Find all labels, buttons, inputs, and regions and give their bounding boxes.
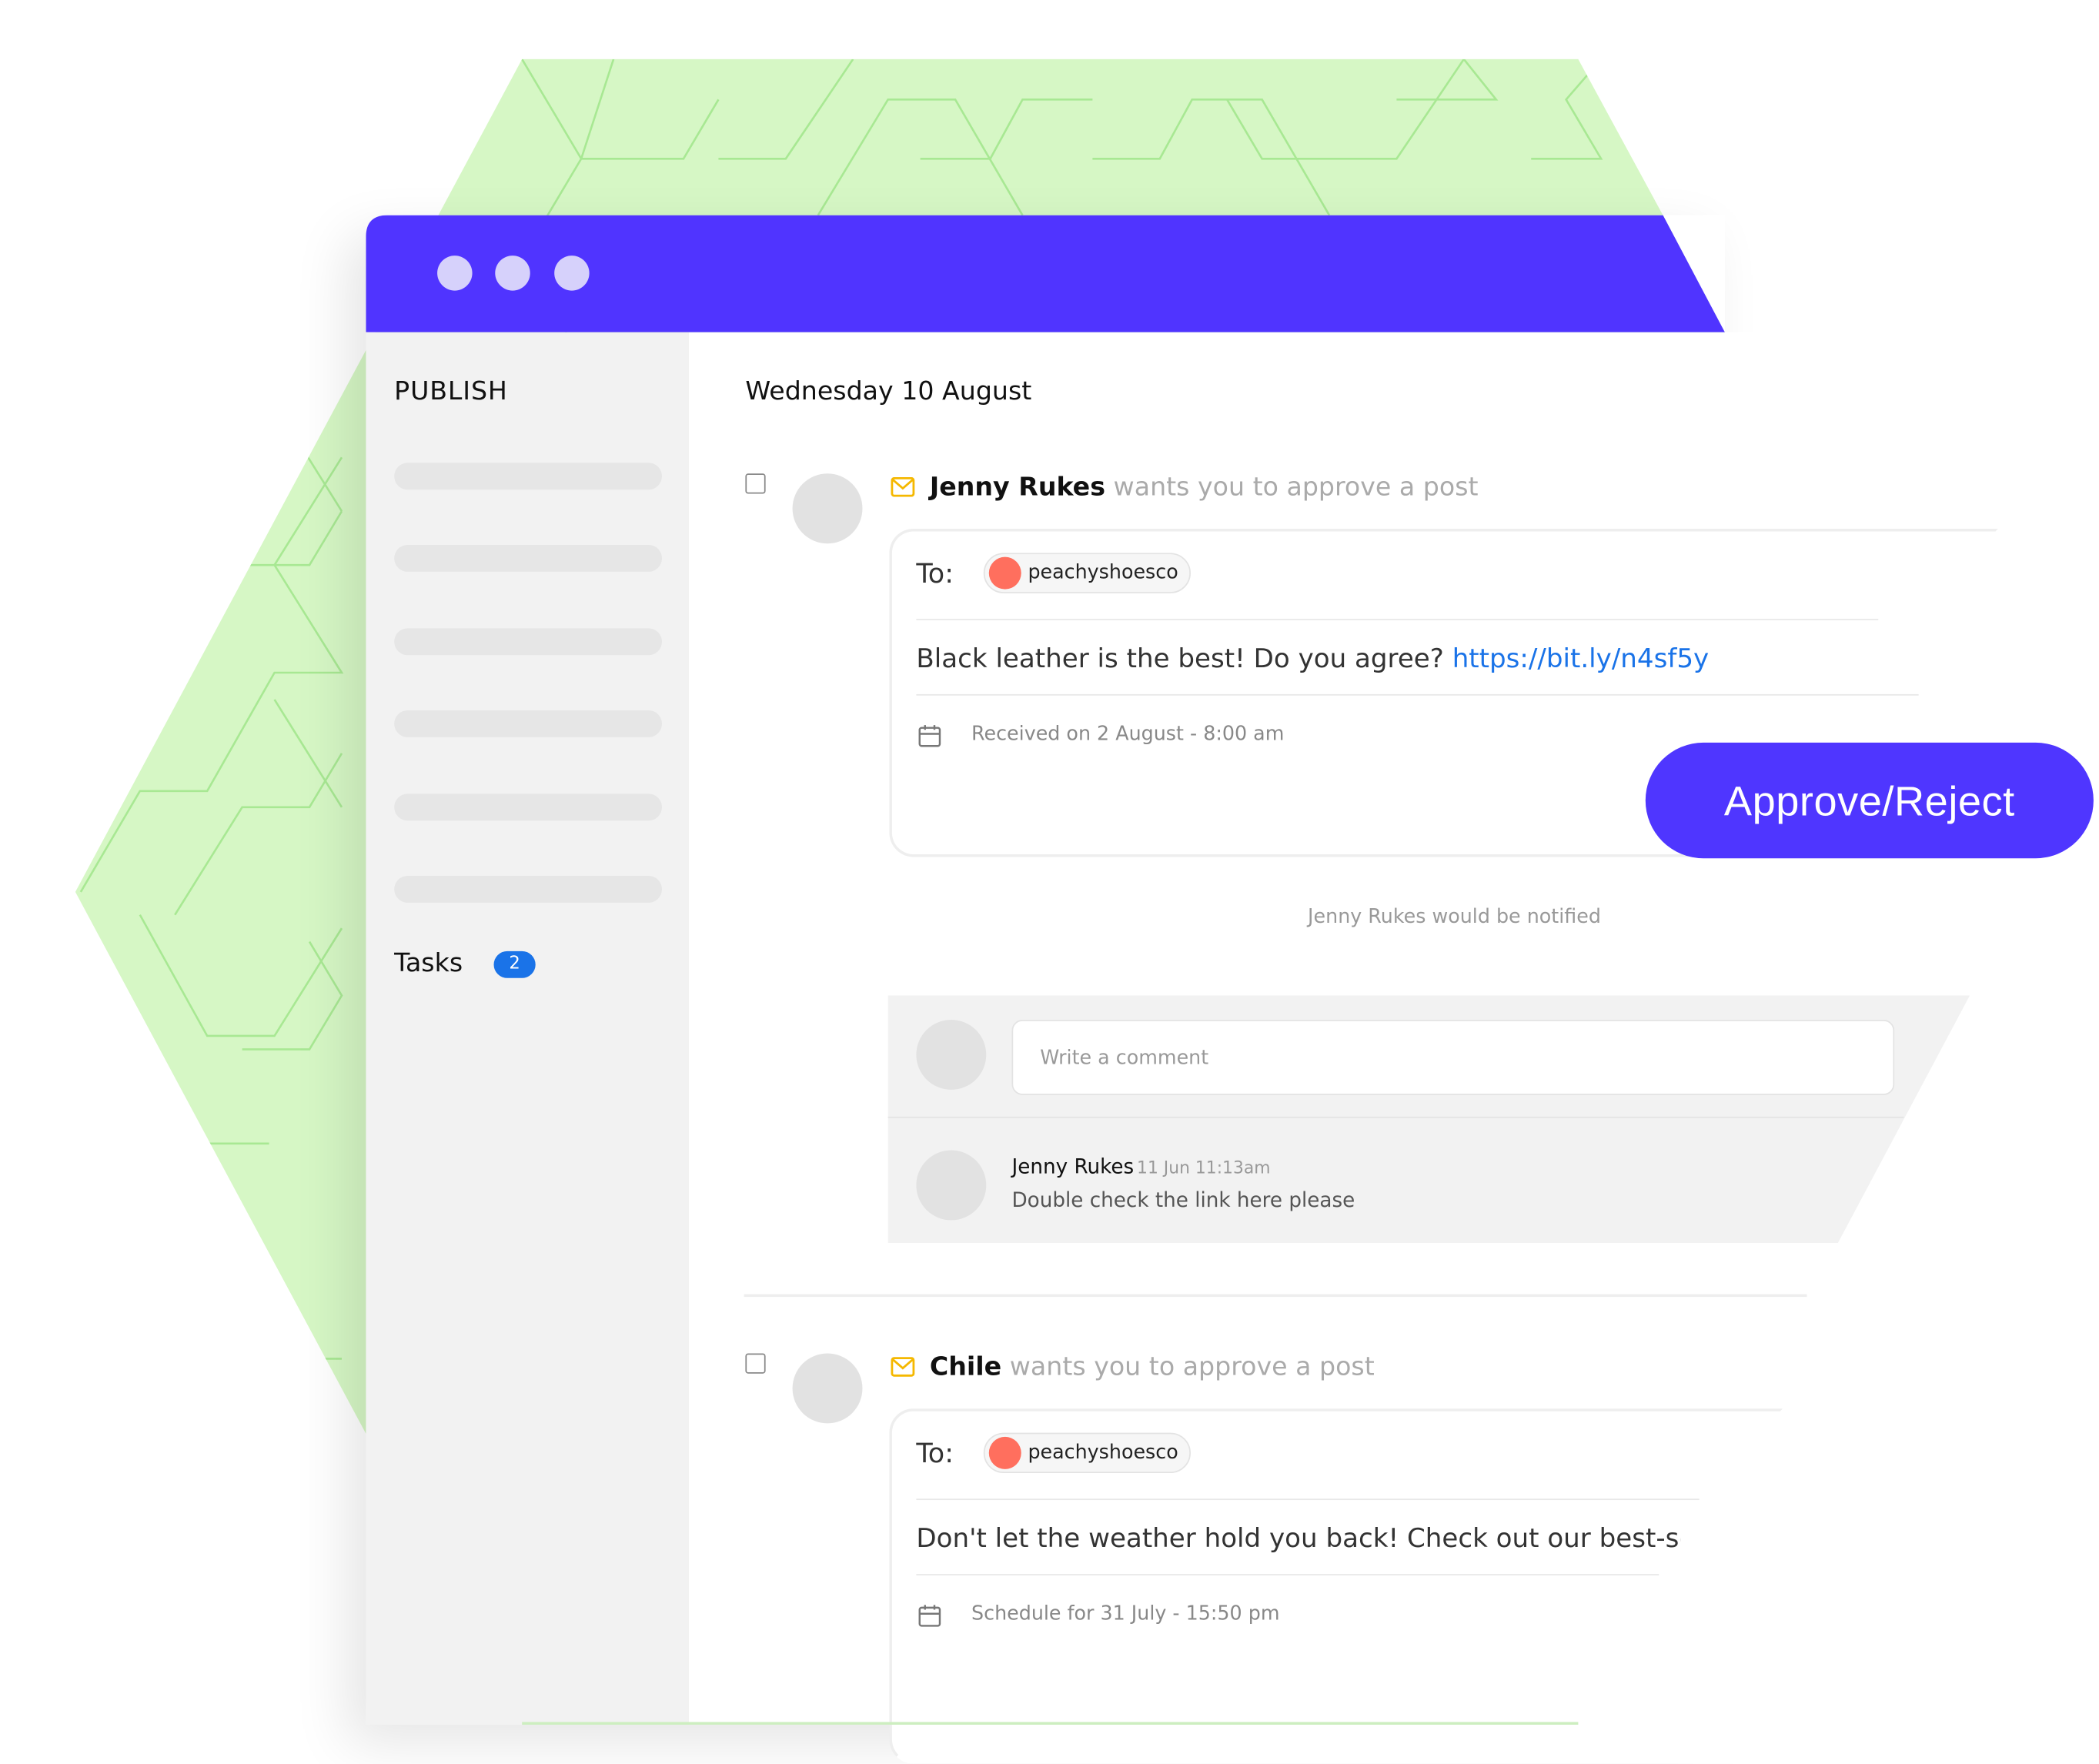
post-author[interactable]: Jenny Rukes [930,473,1105,502]
sidebar-item-placeholder[interactable] [394,793,663,821]
post-text: Black leather is the best! Do you agree?… [916,643,1938,674]
post-action-text: wants you to approve a post [1009,1351,1375,1382]
divider [916,693,1919,696]
to-label: To: [916,556,954,590]
recipient-avatar [988,1436,1021,1469]
comment-time: 11 Jun 11:13am [1137,1157,1271,1178]
sidebar-item-placeholder[interactable] [394,875,663,903]
recipient-name: peachyshoesco [1028,562,1178,584]
post-link[interactable]: https://bit.ly/n4sf5y [1452,643,1710,674]
post-header: Jenny Rukes wants you to approve a post [930,473,1479,502]
post-header: Chile wants you to approve a post [930,1352,1375,1381]
comment-author-avatar [916,1150,987,1221]
mail-icon [891,1357,915,1377]
window-dot-maximize[interactable] [554,256,590,291]
post-action-text: wants you to approve a post [1113,472,1479,503]
divider [916,619,1879,620]
window-dot-minimize[interactable] [495,256,530,291]
sidebar-item-placeholder[interactable] [394,544,663,572]
sidebar-item-placeholder[interactable] [394,710,663,737]
calendar-icon [918,1605,941,1627]
mail-icon [891,477,915,497]
comment-author[interactable]: Jenny Rukes [1011,1154,1134,1178]
received-date: Received on 2 August - 8:00 am [971,723,1285,746]
recipient-chip[interactable]: peachyshoesco [983,553,1191,593]
post-select-checkbox[interactable] [745,1353,766,1374]
recipient-name: peachyshoesco [1028,1442,1178,1464]
notification-note: Jenny Rukes would be notified [1308,907,1601,929]
divider [916,1574,1659,1575]
section-divider [744,1294,1807,1298]
sidebar-item-placeholder[interactable] [394,463,663,490]
recipient-avatar [988,556,1021,590]
sidebar-title: PUBLISH [394,376,508,406]
comment-input[interactable]: Write a comment [1011,1019,1895,1095]
sidebar-item-tasks[interactable]: Tasks [394,948,463,977]
post-text: Don't let the weather hold you back! Che… [916,1522,1681,1554]
comment-text: Double check the link here please [1011,1188,1355,1212]
to-label: To: [916,1436,954,1469]
current-user-avatar [916,1019,987,1090]
avatar [792,473,863,544]
divider [887,1116,1904,1118]
calendar-icon [918,725,941,747]
recipient-chip[interactable]: peachyshoesco [983,1432,1191,1474]
schedule-date: Schedule for 31 July - 15:50 pm [971,1603,1280,1625]
tasks-count-badge: 2 [493,950,536,978]
date-heading: Wednesday 10 August [745,376,1032,406]
sidebar-item-placeholder[interactable] [394,628,663,656]
post-author[interactable]: Chile [930,1352,1001,1381]
avatar [792,1353,863,1424]
sidebar [366,332,689,1725]
approve-reject-button[interactable]: Approve/Reject [1645,742,2094,859]
post-select-checkbox[interactable] [745,473,766,494]
window-dot-close[interactable] [437,256,473,291]
post-body: Black leather is the best! Do you agree? [916,643,1452,674]
divider [916,1498,1700,1501]
hexagon-bottom-edge [522,1722,1579,1725]
